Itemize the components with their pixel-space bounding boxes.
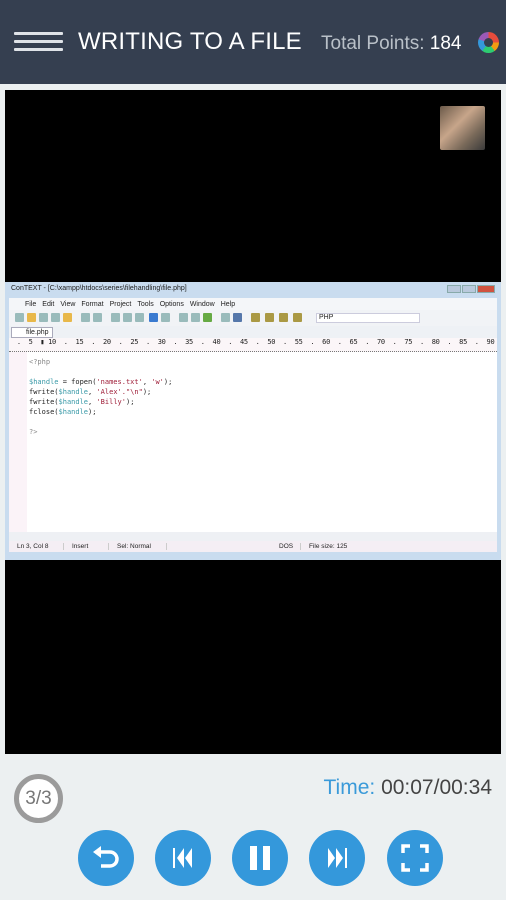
code-line: <?php xyxy=(29,358,51,366)
status-position: Ln 3, Col 8 xyxy=(9,543,64,550)
next-button[interactable] xyxy=(309,830,365,886)
status-selection: Sel: Normal xyxy=(109,543,167,550)
ruler: . 5 ▮ 10 . 15 . 20 . 25 . 30 . 35 . 40 .… xyxy=(9,338,497,352)
code-line: ?> xyxy=(29,428,38,436)
menu-format: Format xyxy=(81,300,104,308)
code-editor: <?php $handle = fopen('names.txt', 'w');… xyxy=(9,352,497,532)
replay-icon xyxy=(93,846,119,868)
webcam-thumbnail xyxy=(440,106,485,150)
menu-view: View xyxy=(60,300,76,308)
window-buttons xyxy=(447,285,495,293)
code-line: fwrite($handle, 'Billy'); xyxy=(29,398,135,406)
menu-edit: Edit xyxy=(42,300,55,308)
pause-button[interactable] xyxy=(232,830,288,886)
app-header: WRITING TO A FILE Total Points: 184 xyxy=(0,0,506,84)
pause-icon xyxy=(250,846,270,870)
skip-back-icon xyxy=(173,848,192,868)
tab-bar: file.php xyxy=(9,326,497,338)
previous-button[interactable] xyxy=(155,830,211,886)
status-file-size: File size: 125 xyxy=(309,543,348,550)
status-line-ending: DOS xyxy=(271,543,301,550)
time-value: 00:07/00:34 xyxy=(381,776,492,799)
tab-file-php: file.php xyxy=(11,327,53,338)
total-points: Total Points: 184 xyxy=(321,33,461,55)
menu-tools: Tools xyxy=(137,300,154,308)
code-line: $handle = fopen('names.txt', 'w'); xyxy=(29,378,173,386)
video-player[interactable]: ConTEXT - [C:\xampp\htdocs\series\fileha… xyxy=(5,90,501,754)
page-title: WRITING TO A FILE xyxy=(78,28,302,55)
window-title: ConTEXT - [C:\xampp\htdocs\series\fileha… xyxy=(11,285,187,292)
menu-options: Options xyxy=(159,300,184,308)
menu-file: File xyxy=(25,300,37,308)
horizontal-scrollbar xyxy=(9,532,497,541)
skip-forward-icon xyxy=(328,848,347,868)
menu-help: Help xyxy=(220,300,236,308)
replay-button[interactable] xyxy=(78,830,134,886)
points-label: Total Points: xyxy=(321,33,425,54)
hamburger-menu-icon[interactable] xyxy=(14,32,63,52)
code-line: fwrite($handle, 'Alex'."\n"); xyxy=(29,388,152,396)
status-bar: Ln 3, Col 8 Insert Sel: Normal DOS File … xyxy=(9,541,497,552)
playback-time: Time: 00:07/00:34 xyxy=(323,776,492,800)
language-select: PHP xyxy=(316,313,420,323)
toolbar: PHP xyxy=(9,310,497,326)
fullscreen-icon xyxy=(401,844,429,872)
fullscreen-button[interactable] xyxy=(387,830,443,886)
step-counter: 3/3 xyxy=(14,774,63,823)
code-line: fclose($handle); xyxy=(29,408,97,416)
status-mode: Insert xyxy=(64,543,109,550)
app-logo-icon xyxy=(478,32,499,53)
points-value: 184 xyxy=(429,33,462,54)
time-label: Time: xyxy=(323,776,376,799)
menu-bar: File Edit View Format Project Tools Opti… xyxy=(9,298,497,310)
menu-window: Window xyxy=(189,300,215,308)
menu-project: Project xyxy=(109,300,132,308)
editor-window-screenshot: ConTEXT - [C:\xampp\htdocs\series\fileha… xyxy=(5,282,501,560)
